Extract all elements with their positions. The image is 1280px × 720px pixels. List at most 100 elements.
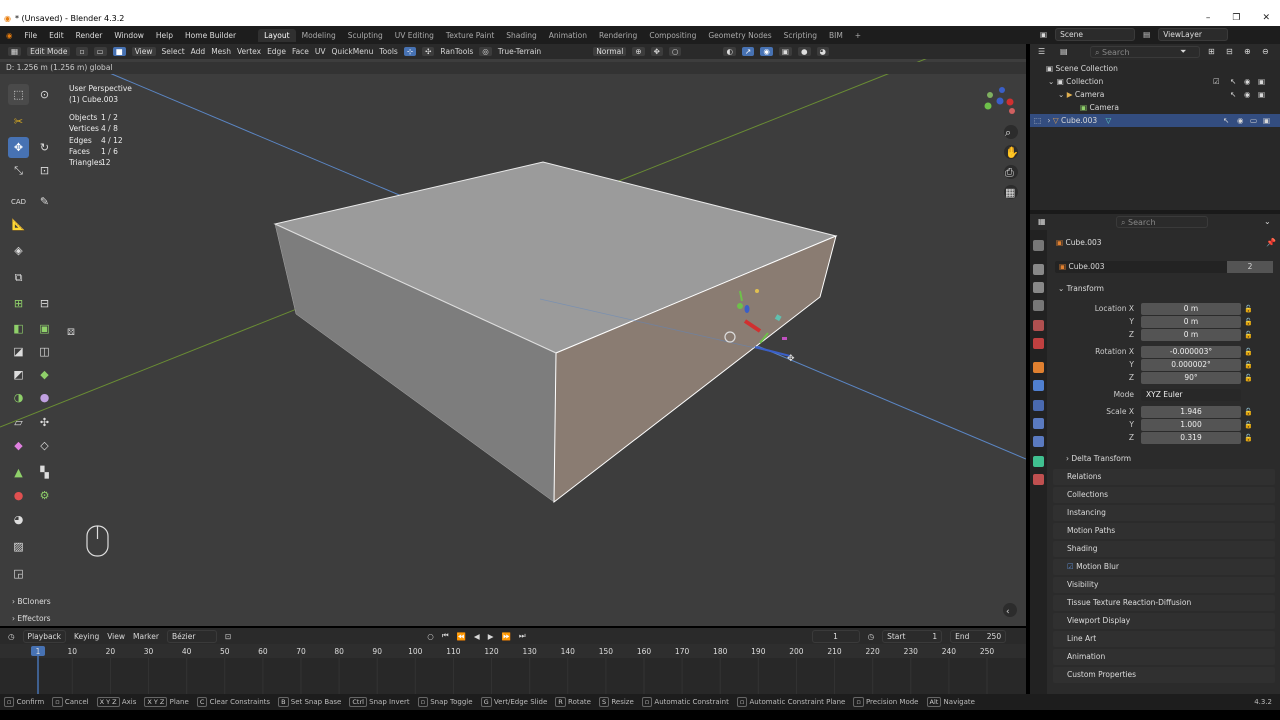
add-cube-tool-icon[interactable]: ◈ [8, 240, 29, 261]
select-box-tool-icon[interactable]: ⬚ [8, 84, 29, 105]
render-camera-icon[interactable]: ▣ [1258, 88, 1265, 101]
select-arrow-icon[interactable]: ↖ [1230, 75, 1236, 88]
material-shading-icon[interactable]: ◕ [816, 47, 830, 56]
viewport-display-panel[interactable]: Viewport Display [1053, 613, 1275, 629]
lock-icons[interactable]: 🔓 🔓 🔓 [1244, 406, 1253, 445]
tissue-panel[interactable]: Tissue Texture Reaction-Diffusion [1053, 595, 1275, 611]
mesh-menu[interactable]: Mesh [211, 47, 231, 56]
edge-select-icon[interactable]: ▭ [93, 47, 107, 56]
object-name-value[interactable]: Cube.003 [1068, 262, 1104, 271]
interpolation-select[interactable]: Bézier [166, 629, 217, 643]
menu-window[interactable]: Window [108, 31, 150, 40]
knife-tool-icon[interactable]: ✂ [8, 111, 29, 132]
outliner-row-scene-collection[interactable]: ▣ Scene Collection [1030, 62, 1280, 75]
outliner-row-collection[interactable]: ⌄ ▣ Collection ☑ ↖ ◉ ▣ [1030, 75, 1280, 88]
tab-scripting[interactable]: Scripting [778, 29, 823, 42]
render-tab-icon[interactable] [1033, 264, 1044, 275]
properties-search[interactable]: ⌕ Search [1116, 216, 1208, 228]
prev-key-icon[interactable]: ⏪ [457, 632, 466, 641]
close-button[interactable]: ✕ [1262, 13, 1270, 23]
tab-texture-paint[interactable]: Texture Paint [440, 29, 500, 42]
shrink-tool-icon[interactable]: ◑ [8, 387, 29, 408]
extrude-tool-icon[interactable]: ⧉ [8, 267, 29, 288]
scale-z-field[interactable]: 0.319 [1141, 432, 1241, 444]
tab-compositing[interactable]: Compositing [643, 29, 702, 42]
motion-paths-panel[interactable]: Motion Paths [1053, 523, 1275, 539]
collections-panel[interactable]: Collections [1053, 487, 1275, 503]
select-arrow-icon[interactable]: ↖ [1230, 88, 1236, 101]
new-collection-icon[interactable]: ⊞ [1208, 47, 1215, 56]
view-menu[interactable]: View [107, 632, 125, 641]
object-name-field[interactable]: ▣ Cube.003 2 [1055, 261, 1273, 273]
uv-menu[interactable]: UV [315, 47, 326, 56]
snapping-icon[interactable]: ✥ [650, 47, 663, 56]
select-arrow-icon[interactable]: ↖ [1223, 114, 1229, 127]
rip-tool-icon[interactable]: ◆ [8, 435, 29, 456]
rotation-x-field[interactable]: -0.000003° [1141, 346, 1241, 358]
marker-menu[interactable]: Marker [133, 632, 159, 641]
rotation-z-field[interactable]: 90° [1141, 372, 1241, 384]
gizmo-icon[interactable]: ↗ [742, 47, 755, 56]
proportional-icon[interactable]: ○ [668, 47, 682, 56]
solid-shading-icon[interactable]: ● [797, 47, 811, 56]
cursor-tool-icon[interactable]: ⊙ [34, 84, 55, 105]
pivot-point-icon[interactable]: ⊕ [632, 47, 645, 56]
checkbox-icon[interactable]: ☑ [1213, 75, 1220, 88]
shading-panel[interactable]: Shading [1053, 541, 1275, 557]
overlay-icon[interactable]: ◉ [760, 47, 773, 56]
face-menu[interactable]: Face [292, 47, 309, 56]
eye-icon[interactable]: ◉ [1244, 75, 1251, 88]
to-sphere-tool-icon[interactable]: ✣ [34, 412, 55, 433]
display-mode-icon[interactable]: ▤ [1060, 47, 1068, 56]
restore-button[interactable]: ❐ [1232, 13, 1240, 23]
extrude-region-tool-icon[interactable]: ⊞ [8, 293, 29, 314]
chevron-right-icon[interactable]: › [1047, 116, 1050, 125]
vertex-select-icon[interactable]: ▫ [76, 47, 88, 56]
view-layer-tab-icon[interactable] [1033, 300, 1044, 311]
select-menu[interactable]: Select [162, 47, 185, 56]
custom-properties-panel[interactable]: Custom Properties [1053, 667, 1275, 683]
timeline-editor-icon[interactable]: ◷ [8, 632, 15, 641]
add-icon[interactable]: ⊕ [1244, 47, 1251, 56]
keying-menu[interactable]: Keying [74, 632, 99, 641]
location-x-field[interactable]: 0 m [1141, 303, 1241, 315]
instancing-panel[interactable]: Instancing [1053, 505, 1275, 521]
particles-tab-icon[interactable] [1033, 400, 1044, 411]
constraints-tab-icon[interactable] [1033, 436, 1044, 447]
scale-tool-icon[interactable]: ⤡ [8, 160, 29, 181]
menu-edit[interactable]: Edit [43, 31, 70, 40]
bevel-tool-icon[interactable]: ◧ [8, 318, 29, 339]
remove-icon[interactable]: ⊟ [1226, 47, 1233, 56]
modifier-tab-icon[interactable] [1033, 380, 1044, 391]
face-select-icon[interactable]: ■ [112, 47, 126, 56]
triangle-tool-icon[interactable]: ▲ [8, 462, 29, 483]
view-menu[interactable]: View [131, 47, 156, 56]
physics-tab-icon[interactable] [1033, 418, 1044, 429]
visibility-icon[interactable]: ◐ [723, 47, 737, 56]
end-frame-field[interactable]: End 250 [950, 629, 1007, 643]
effectors-panel[interactable]: › Effectors [12, 610, 51, 627]
relations-panel[interactable]: Relations [1053, 469, 1275, 485]
shear-tool-icon[interactable]: ▱ [8, 412, 29, 433]
monitor-icon[interactable]: ▭ [1250, 114, 1257, 127]
mode-selector[interactable]: Edit Mode [27, 47, 71, 56]
view-layer-selector[interactable]: ViewLayer [1158, 28, 1229, 41]
line-art-panel[interactable]: Line Art [1053, 631, 1275, 647]
outliner-row-camera-data[interactable]: ▣ Camera [1030, 101, 1280, 114]
menu-render[interactable]: Render [70, 31, 109, 40]
current-frame-field[interactable]: 1 [811, 629, 860, 643]
edge-menu[interactable]: Edge [267, 47, 286, 56]
eye-icon[interactable]: ◉ [1244, 88, 1251, 101]
world-tab-icon[interactable] [1033, 338, 1044, 349]
annotate-tool-icon[interactable]: ✎ [34, 191, 55, 212]
knife-project-tool-icon[interactable]: ◫ [34, 341, 55, 362]
minimize-button[interactable]: – [1206, 13, 1211, 23]
transform-tool-icon[interactable]: ⊡ [34, 160, 55, 181]
render-camera-icon[interactable]: ▣ [1258, 75, 1265, 88]
edit-mode-icon[interactable]: ⬚ [1034, 116, 1041, 125]
object-tab-icon[interactable] [1033, 362, 1044, 373]
editor-type-icon[interactable]: ▦ [8, 47, 22, 56]
poly-build-tool-icon[interactable]: ◪ [8, 341, 29, 362]
proportional-edit-icon[interactable]: ◎ [479, 47, 492, 56]
tab-modeling[interactable]: Modeling [296, 29, 342, 42]
